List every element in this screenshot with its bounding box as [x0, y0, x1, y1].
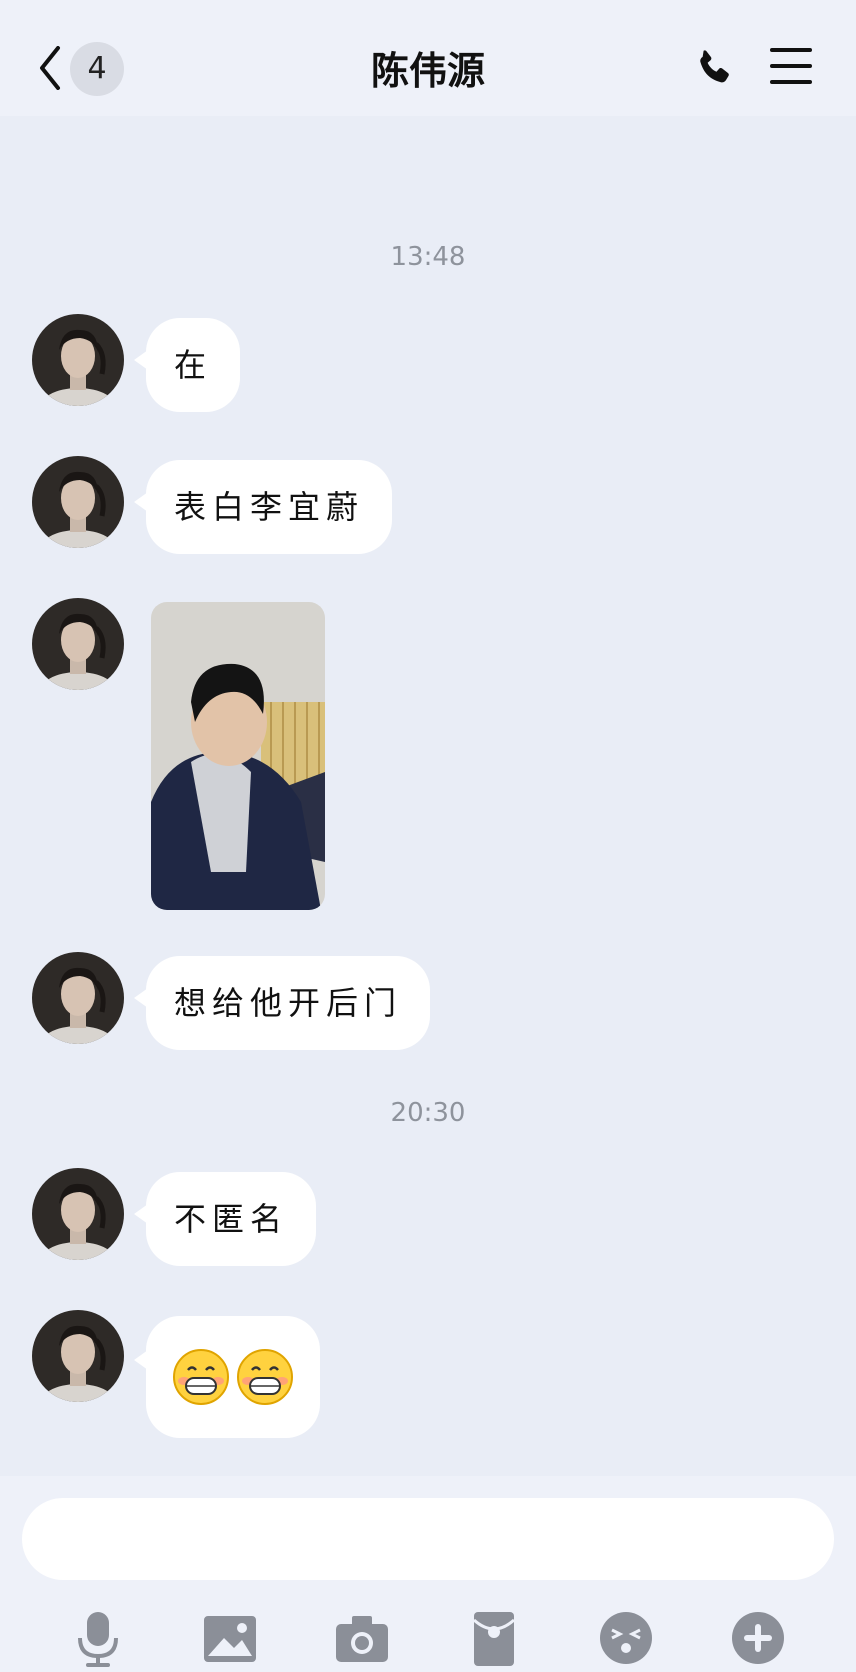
message-bubble[interactable]: 想给他开后门	[133, 956, 431, 1050]
message-input[interactable]	[22, 1498, 834, 1580]
emoji-message-bubble[interactable]	[134, 1316, 320, 1438]
avatar-image	[32, 598, 124, 690]
microphone-icon[interactable]	[68, 1608, 128, 1668]
message-bubble[interactable]: 在	[133, 318, 241, 412]
grin-emoji-icon	[237, 1349, 293, 1405]
message-timestamp: 13:48	[390, 242, 466, 272]
image-icon[interactable]	[200, 1608, 260, 1668]
input-bar	[0, 1476, 856, 1672]
avatar-image	[32, 456, 124, 548]
menu-icon[interactable]	[770, 46, 812, 86]
emoji-icon[interactable]	[596, 1608, 656, 1668]
avatar-image	[32, 1310, 124, 1402]
camera-icon[interactable]	[332, 1608, 392, 1668]
avatar[interactable]	[32, 456, 124, 548]
message-bubble[interactable]: 不匿名	[133, 1172, 317, 1266]
avatar[interactable]	[32, 598, 124, 690]
phone-icon[interactable]	[690, 44, 736, 90]
avatar[interactable]	[32, 314, 124, 406]
avatar-image	[32, 1168, 124, 1260]
red-packet-icon[interactable]	[464, 1608, 524, 1668]
message-photo[interactable]	[151, 602, 325, 910]
avatar[interactable]	[32, 952, 124, 1044]
avatar-image	[32, 952, 124, 1044]
grin-emoji-icon	[173, 1349, 229, 1405]
avatar-image	[32, 314, 124, 406]
photo-image	[151, 602, 325, 910]
plus-icon[interactable]	[728, 1608, 788, 1668]
avatar[interactable]	[32, 1168, 124, 1260]
chat-header: 4 陈伟源	[0, 0, 856, 116]
message-bubble[interactable]: 表白李宜蔚	[133, 460, 393, 554]
message-timestamp: 20:30	[390, 1098, 466, 1128]
avatar[interactable]	[32, 1310, 124, 1402]
